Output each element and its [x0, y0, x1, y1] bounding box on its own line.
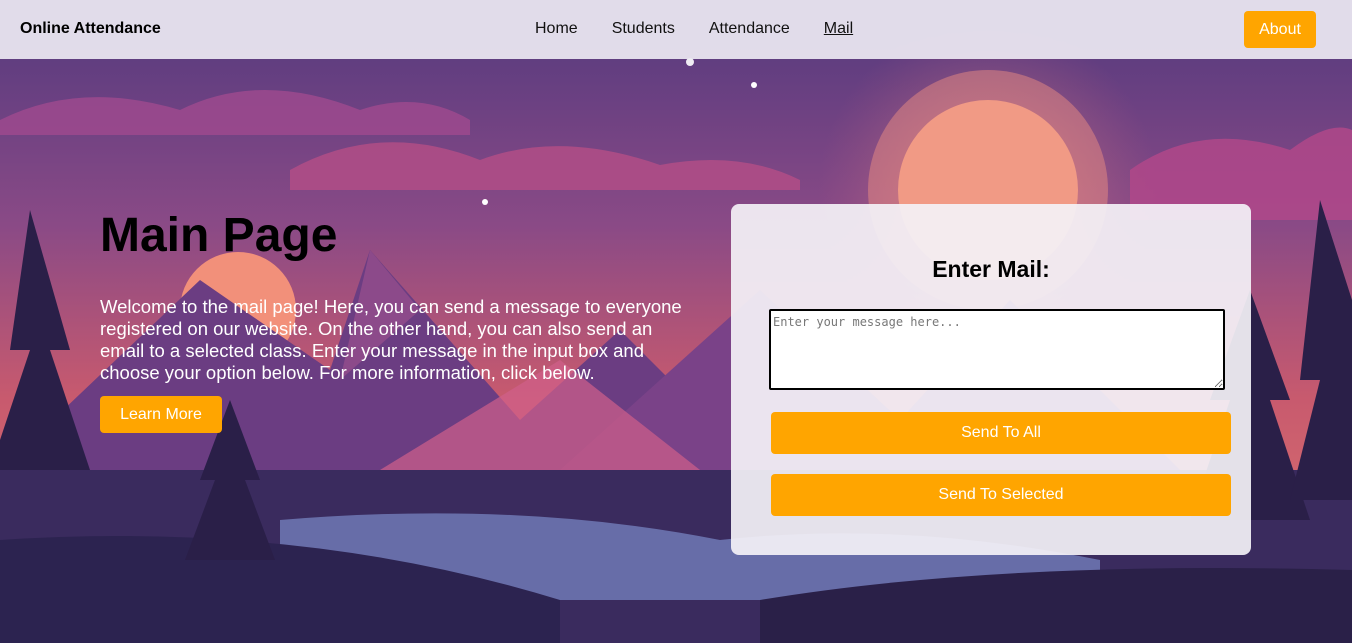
brand-logo-text[interactable]: Online Attendance [20, 20, 161, 38]
page-title: Main Page [100, 209, 338, 262]
top-navbar: Online Attendance Home Students Attendan… [0, 0, 1352, 59]
hero-section: Main Page Welcome to the mail page! Here… [100, 210, 690, 433]
mail-card-heading: Enter Mail: [932, 256, 1050, 282]
about-button[interactable]: About [1244, 11, 1316, 48]
nav-link-attendance[interactable]: Attendance [709, 20, 790, 38]
mail-card: Enter Mail: Send To All Send To Selected [731, 204, 1251, 555]
send-to-all-button[interactable]: Send To All [771, 412, 1231, 454]
message-textarea[interactable] [769, 309, 1225, 390]
learn-more-button[interactable]: Learn More [100, 396, 222, 433]
nav-link-mail[interactable]: Mail [824, 20, 853, 38]
nav-link-students[interactable]: Students [612, 20, 675, 38]
nav-link-home[interactable]: Home [535, 20, 578, 38]
send-to-selected-button[interactable]: Send To Selected [771, 474, 1231, 516]
nav-links: Home Students Attendance Mail [535, 20, 887, 38]
hero-description: Welcome to the mail page! Here, you can … [100, 296, 682, 383]
